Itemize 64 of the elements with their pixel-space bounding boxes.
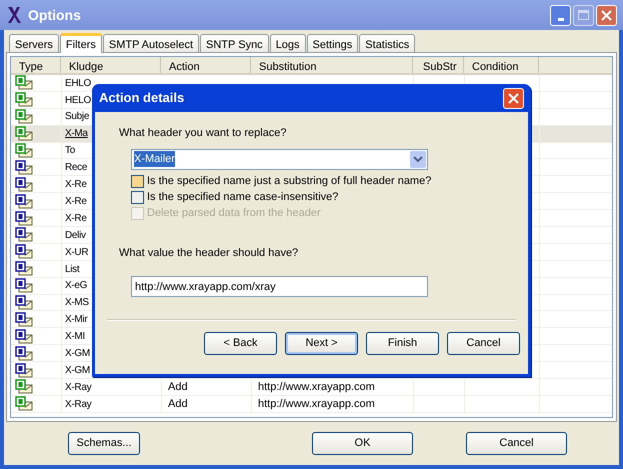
table-row[interactable]: X-Ray Add http://www.xrayapp.com xyxy=(11,379,612,396)
window-title: Options xyxy=(28,6,82,25)
table-cell: X-MS xyxy=(65,297,89,308)
table-cell: To xyxy=(65,145,75,156)
dialog-title: Action details xyxy=(99,89,186,108)
tab[interactable]: Settings xyxy=(306,34,358,52)
dialog-button[interactable]: < Back xyxy=(204,332,277,355)
tab[interactable]: SMTP Autoselect xyxy=(102,34,200,52)
column-header[interactable]: Kludge xyxy=(61,57,161,73)
table-row[interactable]: X-Ray Add http://www.xrayapp.com xyxy=(11,396,612,413)
table-cell: X-Ma xyxy=(65,128,88,140)
table-cell: Deliv xyxy=(65,230,86,241)
dialog-close-button[interactable] xyxy=(503,88,524,108)
table-cell: http://www.xrayapp.com xyxy=(258,380,375,393)
checkbox[interactable] xyxy=(131,175,144,188)
table-cell: X-Ray xyxy=(65,382,92,393)
value-question: What value the header should have? xyxy=(119,246,300,260)
column-header[interactable]: SubStr xyxy=(413,57,464,73)
table-cell: EHLO xyxy=(65,78,92,89)
table-cell: X-Re xyxy=(65,179,87,190)
tab[interactable]: Filters xyxy=(60,33,102,53)
checkbox-label: Is the specified name just a substring of full header name? xyxy=(147,174,432,190)
table-cell: X-MI xyxy=(65,331,85,342)
schemas-button[interactable]: Schemas... xyxy=(68,432,140,455)
value-field[interactable]: http://www.xrayapp.com/xray xyxy=(131,276,428,297)
column-header[interactable]: Condition xyxy=(464,57,539,73)
table-cell: X-GM xyxy=(65,364,90,376)
table-cell: http://www.xrayapp.com xyxy=(258,398,375,410)
table-cell: X-Re xyxy=(65,196,87,207)
column-header[interactable]: Action xyxy=(161,57,251,73)
minimize-button[interactable] xyxy=(550,4,571,26)
tab[interactable]: SNTP Sync xyxy=(200,34,269,52)
tab[interactable]: Servers xyxy=(9,34,59,52)
header-question: What header you want to replace? xyxy=(119,126,288,141)
column-header[interactable]: Substitution xyxy=(251,57,413,73)
mail-icon xyxy=(15,396,33,412)
ok-button[interactable]: OK xyxy=(312,432,413,455)
tab[interactable]: Logs xyxy=(270,34,306,52)
table-cell: HELO xyxy=(65,94,92,106)
table-cell: Subje xyxy=(65,111,90,122)
dialog-button[interactable]: Finish xyxy=(366,332,439,355)
checkbox[interactable] xyxy=(131,191,144,204)
table-cell: Add xyxy=(168,398,188,410)
table-cell: X-eG xyxy=(65,280,88,292)
table-cell: X-UR xyxy=(65,246,88,258)
table-cell: X-Re xyxy=(65,212,87,224)
tab[interactable]: Statistics xyxy=(359,34,416,52)
table-cell: Rece xyxy=(65,162,88,174)
close-icon xyxy=(508,92,519,104)
close-button[interactable] xyxy=(596,4,617,26)
table-cell: X-Mir xyxy=(65,314,88,326)
close-icon xyxy=(601,10,612,20)
cancel-button[interactable]: Cancel xyxy=(466,432,567,455)
checkbox-label: Is the specified name case-insensitive? xyxy=(147,190,338,206)
table-cell: Add xyxy=(168,380,188,393)
table-cell: X-GM xyxy=(65,348,90,359)
x-logo-icon xyxy=(6,6,22,24)
table-cell: X-Ray xyxy=(65,398,92,410)
dialog-button[interactable]: Next > xyxy=(285,332,358,355)
table-cell: List xyxy=(65,264,80,274)
header-combo[interactable]: X-Mailer xyxy=(131,148,428,170)
column-header[interactable]: Type xyxy=(11,57,61,73)
checkbox-label: Delete parsed data from the header xyxy=(147,206,321,222)
dialog-button[interactable]: Cancel xyxy=(447,332,520,355)
